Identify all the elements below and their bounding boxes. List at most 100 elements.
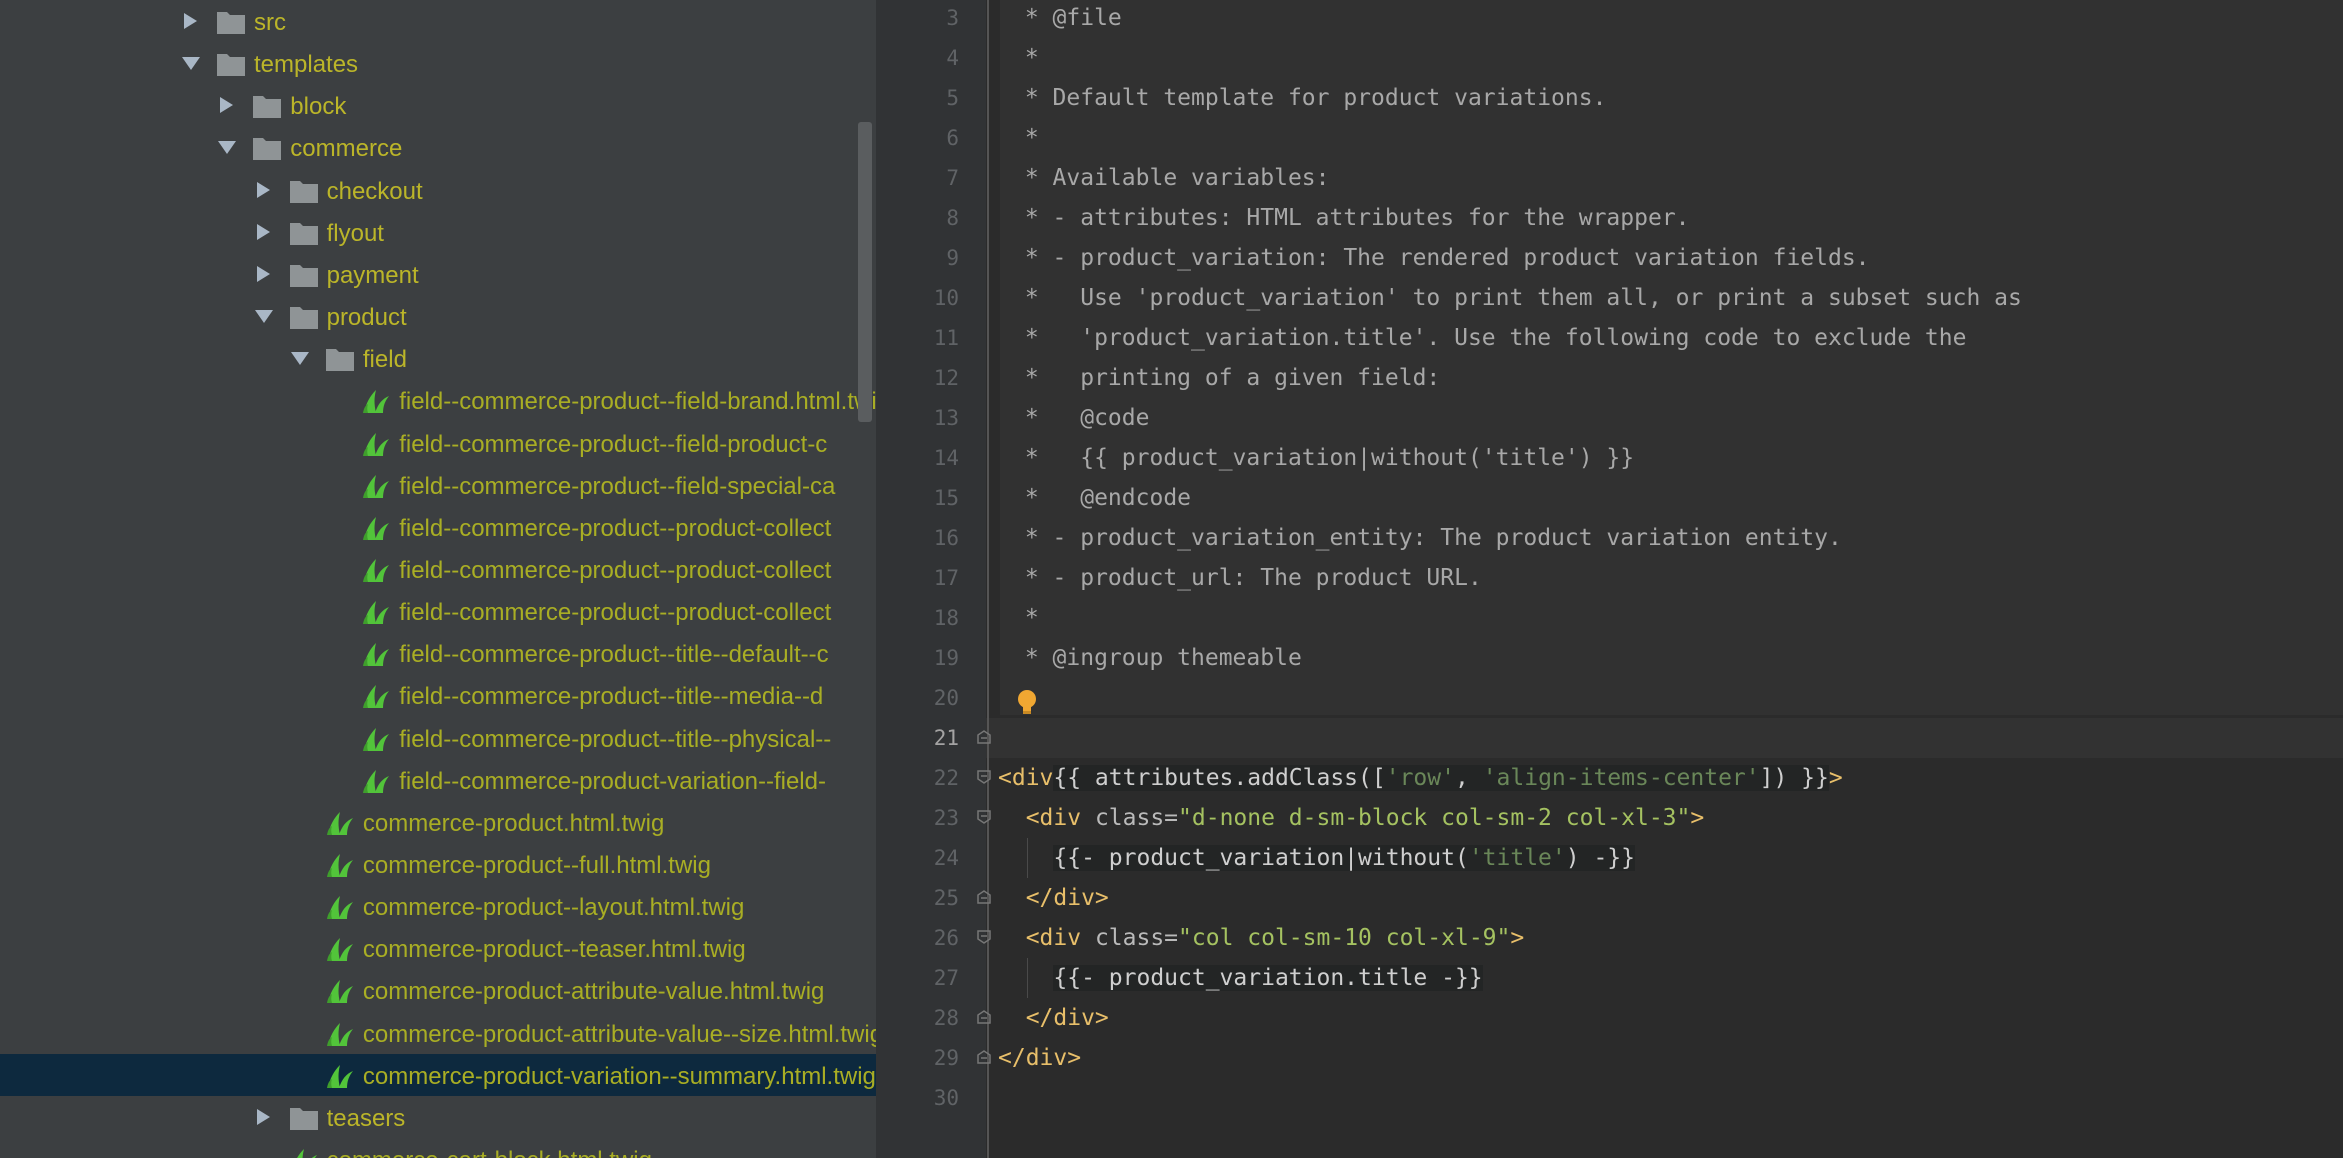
tree-item-label: src: [254, 9, 286, 36]
tree-folder[interactable]: product: [0, 295, 876, 337]
comment-line[interactable]: * - product_variation: The rendered prod…: [1011, 238, 1870, 278]
tree-item-label: field--commerce-product-variation--field…: [399, 767, 826, 795]
comment-line[interactable]: *: [1011, 118, 1039, 158]
tree-file[interactable]: field--commerce-product--product-collect: [0, 548, 876, 590]
fold-end-icon[interactable]: [976, 1049, 992, 1065]
tree-file[interactable]: commerce-product.html.twig: [0, 801, 876, 843]
project-tree[interactable]: src templates block commerce checkout flyout p…: [0, 0, 876, 1158]
comment-line[interactable]: * @endcode: [1011, 478, 1191, 518]
line-number: 19: [933, 646, 959, 670]
chevron-right-icon[interactable]: [253, 264, 275, 284]
comment-line[interactable]: * @file: [1011, 0, 1122, 38]
fold-end-icon[interactable]: [976, 729, 992, 745]
twig-file-icon: [363, 558, 390, 582]
comment-line[interactable]: * @code: [1011, 398, 1150, 438]
fold-end-icon[interactable]: [976, 889, 992, 905]
chevron-right-icon[interactable]: [253, 1107, 275, 1127]
tree-file[interactable]: field--commerce-product--product-collect: [0, 590, 876, 632]
chevron-right-icon[interactable]: [253, 180, 275, 200]
code-line-21[interactable]: #}: [998, 718, 1137, 791]
code-line-22[interactable]: <div{{ attributes.addClass(['row', 'alig…: [998, 758, 1843, 798]
tree-folder[interactable]: payment: [0, 253, 876, 295]
tree-file[interactable]: commerce-product--full.html.twig: [0, 843, 876, 885]
tree-folder[interactable]: checkout: [0, 169, 876, 211]
tree-item-label: field--commerce-product--field-product-c: [399, 430, 828, 458]
line-number: 29: [933, 1046, 959, 1070]
comment-line[interactable]: * @ingroup themeable: [1011, 638, 1302, 678]
fold-start-icon[interactable]: [976, 769, 992, 785]
code-editor[interactable]: 3 4 5 6 7 8 9 10 11 12 13 14 15 16 17 18 19 20 21 22 23 24 25 2…: [876, 0, 2343, 1158]
comment-line[interactable]: *: [1011, 598, 1039, 638]
line-number: 24: [933, 846, 959, 870]
tree-folder[interactable]: flyout: [0, 211, 876, 253]
twig-file-icon: [363, 769, 390, 793]
tree-folder[interactable]: commerce: [0, 126, 876, 168]
tree-scrollbar-thumb[interactable]: [858, 122, 872, 422]
tree-file[interactable]: commerce-product--layout.html.twig: [0, 885, 876, 927]
tree-file[interactable]: field--commerce-product--title--media--d: [0, 674, 876, 716]
comment-line[interactable]: * {{ product_variation|without('title') …: [1011, 438, 1634, 478]
fold-end-icon[interactable]: [976, 1009, 992, 1025]
chevron-down-icon[interactable]: [289, 348, 311, 368]
lightbulb-icon[interactable]: [1014, 688, 1040, 716]
comment-line[interactable]: * - attributes: HTML attributes for the …: [1011, 198, 1690, 238]
comment-line[interactable]: * - product_url: The product URL.: [1011, 558, 1482, 598]
tree-file[interactable]: field--commerce-product--title--physical…: [0, 717, 876, 759]
code-line-27[interactable]: {{- product_variation.title -}}: [998, 958, 1483, 998]
chevron-down-icon[interactable]: [253, 306, 275, 326]
tree-item-label: field: [362, 346, 407, 374]
div-open-tag: <div: [998, 925, 1095, 951]
tree-file[interactable]: commerce-product-attribute-value--size.h…: [0, 1012, 876, 1054]
fold-start-icon[interactable]: [976, 929, 992, 945]
tree-file[interactable]: field--commerce-product--title--default-…: [0, 632, 876, 674]
tree-file[interactable]: field--commerce-product--product-collect: [0, 506, 876, 548]
comment-line[interactable]: * Use 'product_variation' to print them …: [1011, 278, 2022, 318]
chevron-down-icon[interactable]: [216, 137, 238, 157]
code-line-26[interactable]: <div class="col col-sm-10 col-xl-9">: [998, 918, 1525, 958]
tree-file[interactable]: field--commerce-product-variation--field…: [0, 759, 876, 801]
code-line-25[interactable]: </div>: [998, 878, 1109, 918]
code-line-24[interactable]: {{- product_variation|without('title') -…: [998, 838, 1635, 878]
tree-file[interactable]: field--commerce-product--field-brand.htm…: [0, 379, 876, 421]
tree-item-label: field--commerce-product--field-brand.htm…: [399, 388, 876, 416]
tree-item-label: field--commerce-product--product-collect: [399, 514, 832, 542]
code-line-28[interactable]: </div>: [998, 998, 1109, 1038]
chevron-right-icon[interactable]: [253, 222, 275, 242]
tree-folder[interactable]: field: [0, 337, 876, 379]
line-number: 20: [933, 686, 959, 710]
twig-file-icon: [326, 811, 353, 835]
chevron-right-icon[interactable]: [180, 11, 202, 31]
tree-file[interactable]: field--commerce-product--field-product-c: [0, 422, 876, 464]
tree-folder[interactable]: teasers: [0, 1096, 876, 1138]
comment-line[interactable]: * - product_variation_entity: The produc…: [1011, 518, 1842, 558]
tree-folder[interactable]: block: [0, 84, 876, 126]
code-line-23[interactable]: <div class="d-none d-sm-block col-sm-2 c…: [998, 798, 1705, 838]
comment-line[interactable]: * Available variables:: [1011, 158, 1330, 198]
chevron-right-icon[interactable]: [216, 95, 238, 115]
tree-item-label: field--commerce-product--field-special-c…: [399, 472, 836, 500]
fold-start-icon[interactable]: [976, 809, 992, 825]
twig-file-icon: [363, 643, 390, 667]
line-number: 27: [933, 966, 959, 990]
code-line-29[interactable]: </div>: [998, 1038, 1081, 1078]
comment-line[interactable]: *: [1011, 38, 1039, 78]
line-number: 23: [933, 806, 959, 830]
div-open-tag: <div: [998, 805, 1095, 831]
tree-file[interactable]: field--commerce-product--field-special-c…: [0, 464, 876, 506]
indent-guide: [1027, 958, 1028, 998]
comment-line[interactable]: * 'product_variation.title'. Use the fol…: [1011, 318, 1967, 358]
comment-line[interactable]: * printing of a given field:: [1011, 358, 1440, 398]
tree-item-label: commerce-product--layout.html.twig: [362, 894, 745, 922]
comment-line[interactable]: * Default template for product variation…: [1011, 78, 1607, 118]
tree-folder[interactable]: src: [0, 0, 876, 42]
tree-file[interactable]: commerce-product-attribute-value.html.tw…: [0, 969, 876, 1011]
line-number: 18: [933, 606, 959, 630]
tree-folder[interactable]: templates: [0, 42, 876, 84]
tree-item-label: commerce-product-attribute-value--size.h…: [362, 1020, 876, 1048]
tree-file[interactable]: commerce-product-variation--summary.html…: [0, 1053, 876, 1096]
div-close-tag: </div>: [998, 885, 1109, 911]
chevron-down-icon[interactable]: [180, 53, 202, 73]
tree-file[interactable]: commerce-product--teaser.html.twig: [0, 927, 876, 969]
line-number: 7: [946, 166, 959, 190]
tree-file[interactable]: commerce-cart-block.html.twig: [0, 1138, 876, 1158]
